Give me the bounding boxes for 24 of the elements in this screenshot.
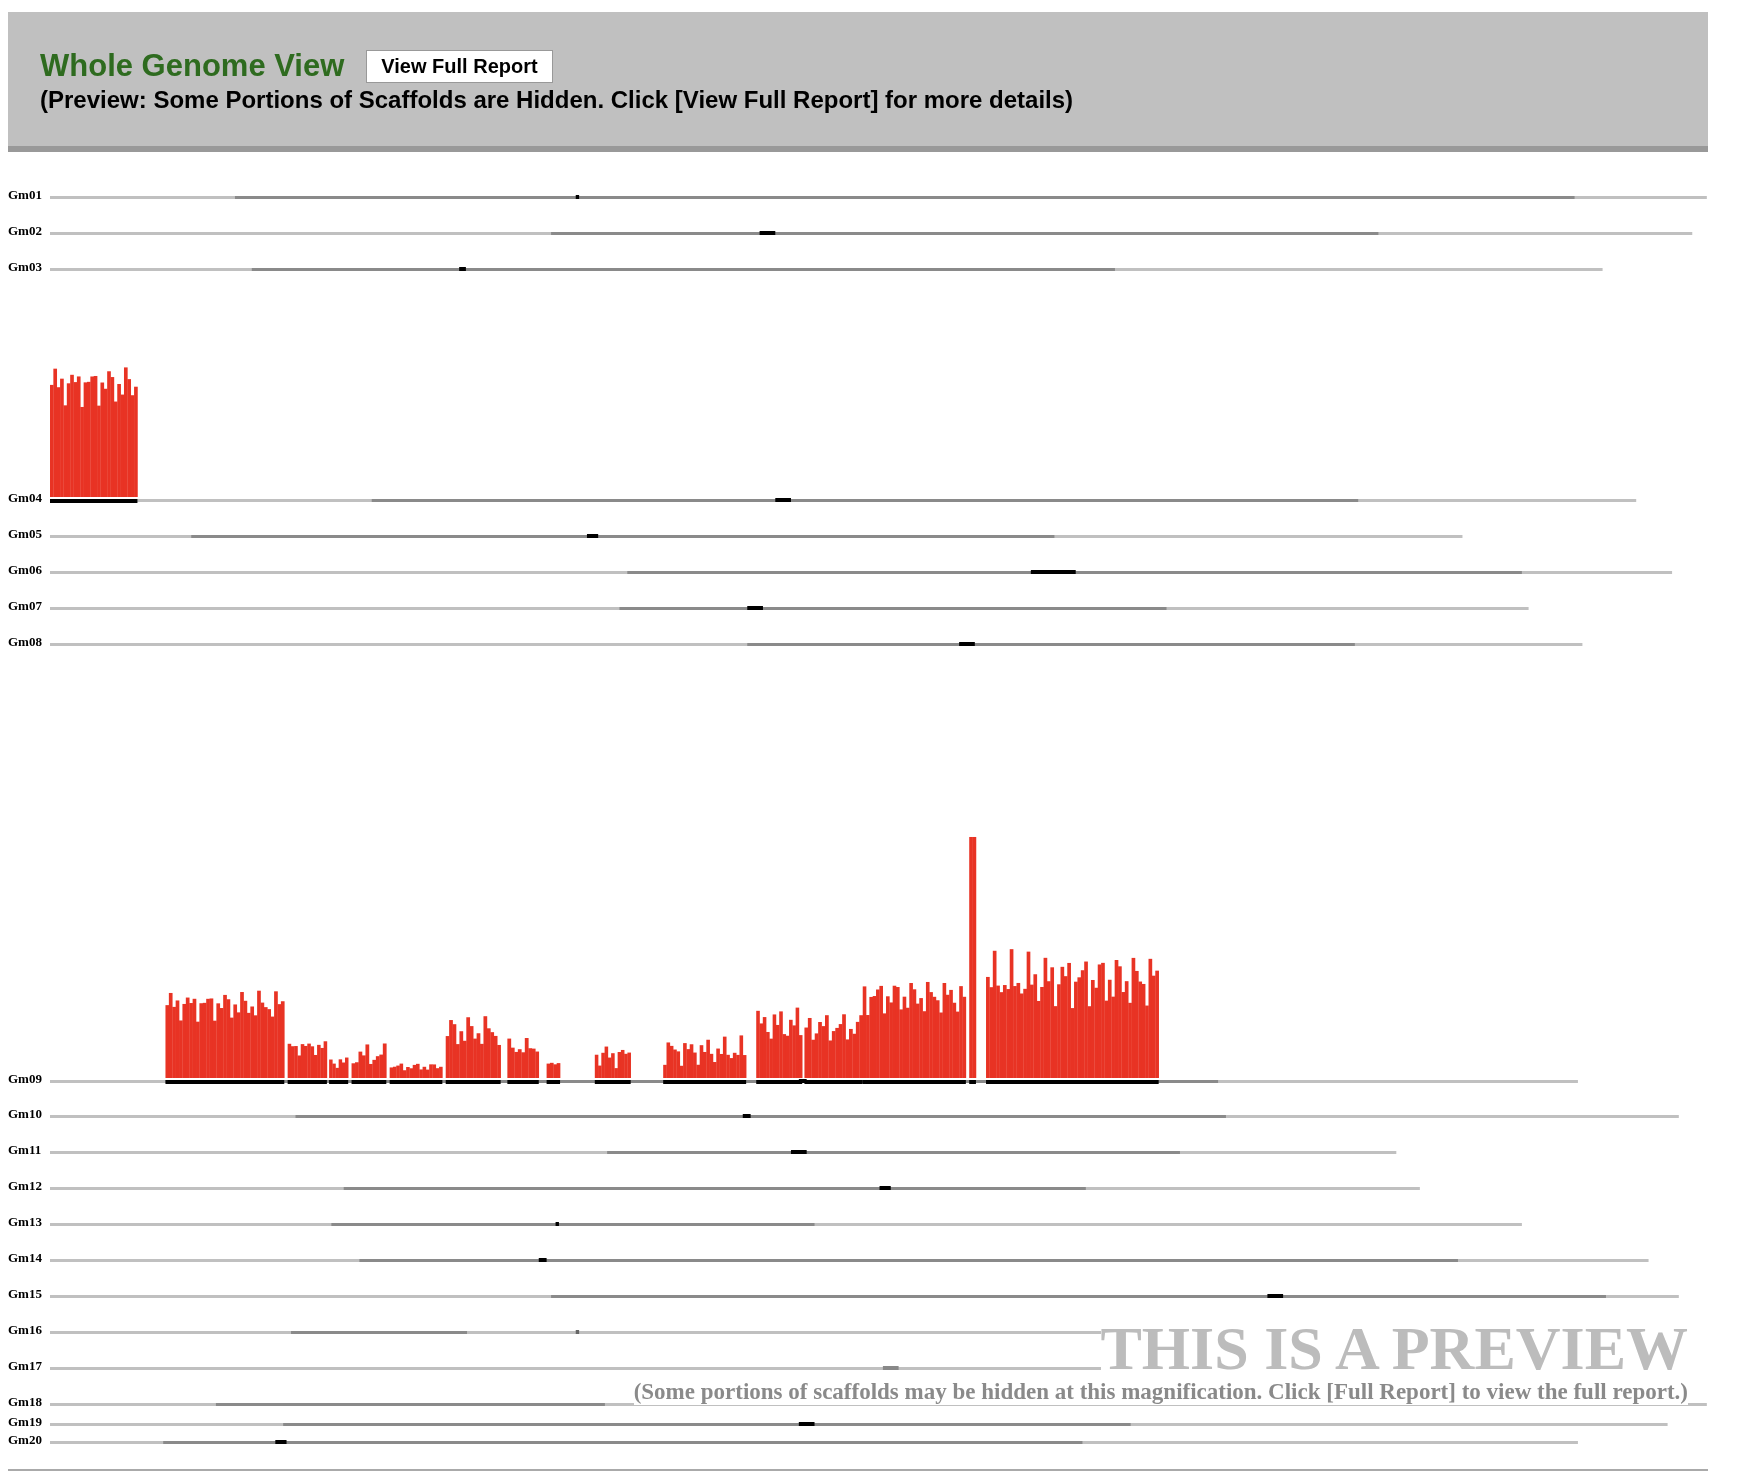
chromosome-label: Gm06 <box>8 563 43 577</box>
page-title: Whole Genome View <box>40 48 345 84</box>
chromosome-label: Gm09 <box>8 1072 43 1086</box>
chromosome-label: Gm20 <box>8 1433 43 1447</box>
chromosome-label: Gm11 <box>8 1143 43 1157</box>
preview-subtitle: (Preview: Some Portions of Scaffolds are Hidden. Click [View Full Report] for more details) <box>40 86 1075 114</box>
preview-note: (Some portions of scaffolds may be hidden at this magnification. Click [Full Report] to view the full report.) <box>633 1379 1688 1405</box>
chromosome-label: Gm17 <box>8 1359 43 1373</box>
chromosome-label: Gm02 <box>8 224 43 238</box>
chromosome-label: Gm15 <box>8 1287 43 1301</box>
chromosome-label: Gm13 <box>8 1215 43 1229</box>
chromosome-label: Gm07 <box>8 599 43 613</box>
chromosome-label: Gm19 <box>8 1415 43 1429</box>
chromosome-label: Gm16 <box>8 1323 43 1337</box>
chromosome-label: Gm03 <box>8 260 43 274</box>
chromosome-label: Gm12 <box>8 1179 43 1193</box>
view-full-report-button[interactable]: View Full Report <box>366 49 553 83</box>
chromosome-label: Gm18 <box>8 1395 43 1409</box>
chromosome-label: Gm01 <box>8 188 43 202</box>
chromosome-label: Gm10 <box>8 1107 43 1121</box>
chromosome-label: Gm08 <box>8 635 43 649</box>
chromosome-label: Gm04 <box>8 491 43 505</box>
chromosome-label: Gm05 <box>8 527 43 541</box>
chromosome-label: Gm14 <box>8 1251 43 1265</box>
